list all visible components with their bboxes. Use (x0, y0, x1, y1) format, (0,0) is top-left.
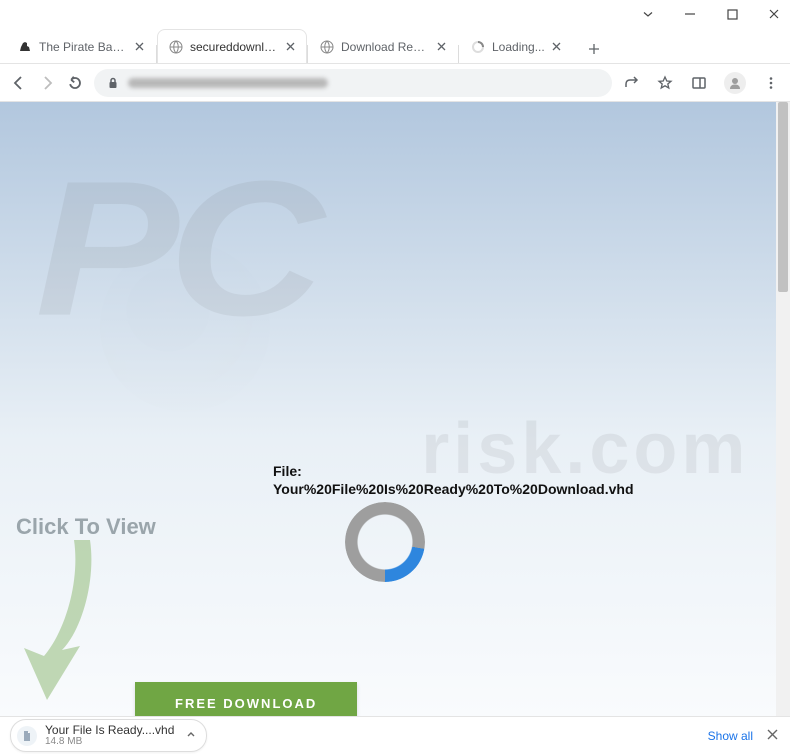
tab-title: Loading... (492, 40, 545, 54)
new-tab-button[interactable] (580, 35, 608, 63)
minimize-button[interactable] (682, 6, 698, 22)
watermark-pc: PC (35, 139, 313, 360)
free-download-button[interactable]: FREE DOWNLOAD (135, 682, 357, 716)
tab-title: secureddownload (190, 40, 278, 54)
address-bar[interactable] (94, 69, 612, 97)
spinner-icon (470, 39, 486, 55)
reload-button[interactable] (66, 74, 84, 92)
globe-icon (319, 39, 335, 55)
download-file-name: Your File Is Ready....vhd (45, 724, 174, 737)
close-icon[interactable] (435, 41, 447, 53)
toolbar-right (622, 72, 780, 94)
file-info: File: Your%20File%20Is%20Ready%20To%20Do… (273, 462, 634, 498)
forward-button[interactable] (38, 74, 56, 92)
down-arrow-icon (22, 540, 112, 705)
maximize-button[interactable] (724, 6, 740, 22)
close-icon[interactable] (767, 729, 778, 743)
watermark: PC risk.com (0, 102, 776, 716)
tab-title: The Pirate Bay - The g (39, 40, 127, 54)
page-content: PC risk.com File: Your%20File%20Is%20Rea… (0, 102, 776, 716)
close-icon[interactable] (284, 41, 296, 53)
panel-icon[interactable] (690, 74, 708, 92)
scrollbar-thumb[interactable] (778, 102, 788, 292)
tab-secureddownload[interactable]: secureddownload (157, 29, 307, 63)
tab-bar: The Pirate Bay - The g secureddownload D… (0, 28, 790, 64)
loading-spinner (345, 502, 425, 582)
click-to-view-label: Click To View (16, 514, 156, 540)
close-icon[interactable] (133, 41, 145, 53)
back-button[interactable] (10, 74, 28, 92)
scrollbar-track[interactable] (776, 102, 790, 716)
toolbar (0, 64, 790, 102)
download-chip[interactable]: Your File Is Ready....vhd 14.8 MB (10, 719, 207, 752)
tab-title: Download Ready (341, 40, 429, 54)
file-icon (17, 726, 37, 746)
tab-downloadready[interactable]: Download Ready (308, 29, 458, 63)
chevron-up-icon[interactable] (186, 729, 196, 743)
address-text-blurred (128, 78, 328, 88)
close-icon[interactable] (551, 41, 563, 53)
globe-icon (168, 39, 184, 55)
show-all-link[interactable]: Show all (708, 729, 753, 743)
piratebay-icon (17, 39, 33, 55)
page-viewport: PC risk.com File: Your%20File%20Is%20Rea… (0, 102, 790, 716)
close-button[interactable] (766, 6, 782, 22)
file-label: File: (273, 462, 634, 480)
tab-piratebay[interactable]: The Pirate Bay - The g (6, 29, 156, 63)
file-name: Your%20File%20Is%20Ready%20To%20Download… (273, 480, 634, 498)
profile-avatar[interactable] (724, 72, 746, 94)
chevron-down-icon[interactable] (640, 6, 656, 22)
tab-loading[interactable]: Loading... (459, 29, 574, 63)
star-icon[interactable] (656, 74, 674, 92)
menu-icon[interactable] (762, 74, 780, 92)
share-icon[interactable] (622, 74, 640, 92)
lock-icon (106, 76, 120, 90)
download-file-size: 14.8 MB (45, 737, 174, 748)
downloads-bar: Your File Is Ready....vhd 14.8 MB Show a… (0, 716, 790, 754)
window-controls (0, 0, 790, 28)
